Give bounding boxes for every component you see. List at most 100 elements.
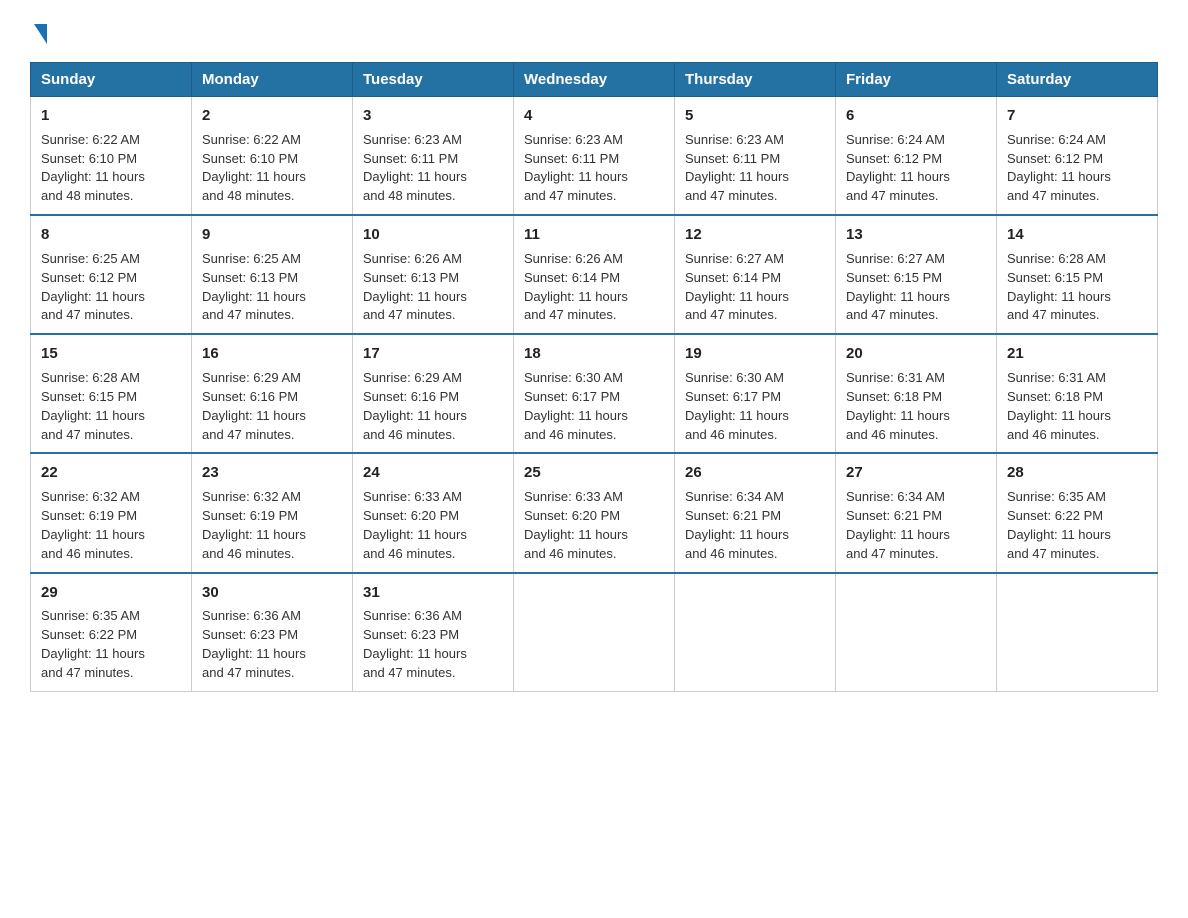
day-number: 31 <box>363 582 503 604</box>
day-info: Sunrise: 6:30 AMSunset: 6:17 PMDaylight:… <box>685 370 789 442</box>
calendar-day-cell: 7 Sunrise: 6:24 AMSunset: 6:12 PMDayligh… <box>997 97 1158 216</box>
page-header <box>30 20 1158 44</box>
day-number: 8 <box>41 224 181 246</box>
calendar-week-4: 22 Sunrise: 6:32 AMSunset: 6:19 PMDaylig… <box>31 453 1158 572</box>
day-info: Sunrise: 6:33 AMSunset: 6:20 PMDaylight:… <box>524 489 628 561</box>
calendar-day-cell: 17 Sunrise: 6:29 AMSunset: 6:16 PMDaylig… <box>353 334 514 453</box>
day-info: Sunrise: 6:27 AMSunset: 6:15 PMDaylight:… <box>846 251 950 323</box>
day-number: 24 <box>363 462 503 484</box>
day-info: Sunrise: 6:22 AMSunset: 6:10 PMDaylight:… <box>202 132 306 204</box>
calendar-week-5: 29 Sunrise: 6:35 AMSunset: 6:22 PMDaylig… <box>31 573 1158 692</box>
calendar-day-cell: 5 Sunrise: 6:23 AMSunset: 6:11 PMDayligh… <box>675 97 836 216</box>
day-number: 19 <box>685 343 825 365</box>
calendar-day-cell: 24 Sunrise: 6:33 AMSunset: 6:20 PMDaylig… <box>353 453 514 572</box>
day-info: Sunrise: 6:25 AMSunset: 6:12 PMDaylight:… <box>41 251 145 323</box>
logo <box>30 20 47 44</box>
day-info: Sunrise: 6:33 AMSunset: 6:20 PMDaylight:… <box>363 489 467 561</box>
day-number: 9 <box>202 224 342 246</box>
column-header-tuesday: Tuesday <box>353 63 514 97</box>
day-info: Sunrise: 6:32 AMSunset: 6:19 PMDaylight:… <box>41 489 145 561</box>
day-number: 30 <box>202 582 342 604</box>
day-number: 22 <box>41 462 181 484</box>
day-number: 2 <box>202 105 342 127</box>
day-number: 28 <box>1007 462 1147 484</box>
day-number: 20 <box>846 343 986 365</box>
calendar-day-cell: 4 Sunrise: 6:23 AMSunset: 6:11 PMDayligh… <box>514 97 675 216</box>
day-info: Sunrise: 6:34 AMSunset: 6:21 PMDaylight:… <box>685 489 789 561</box>
day-number: 7 <box>1007 105 1147 127</box>
day-number: 6 <box>846 105 986 127</box>
logo-triangle-icon <box>34 24 47 44</box>
day-number: 3 <box>363 105 503 127</box>
calendar-day-cell: 30 Sunrise: 6:36 AMSunset: 6:23 PMDaylig… <box>192 573 353 692</box>
calendar-day-cell: 26 Sunrise: 6:34 AMSunset: 6:21 PMDaylig… <box>675 453 836 572</box>
calendar-day-cell: 13 Sunrise: 6:27 AMSunset: 6:15 PMDaylig… <box>836 215 997 334</box>
calendar-week-3: 15 Sunrise: 6:28 AMSunset: 6:15 PMDaylig… <box>31 334 1158 453</box>
day-info: Sunrise: 6:28 AMSunset: 6:15 PMDaylight:… <box>1007 251 1111 323</box>
day-number: 18 <box>524 343 664 365</box>
day-number: 14 <box>1007 224 1147 246</box>
column-header-monday: Monday <box>192 63 353 97</box>
calendar-table: SundayMondayTuesdayWednesdayThursdayFrid… <box>30 62 1158 692</box>
column-header-saturday: Saturday <box>997 63 1158 97</box>
day-info: Sunrise: 6:27 AMSunset: 6:14 PMDaylight:… <box>685 251 789 323</box>
calendar-day-cell: 21 Sunrise: 6:31 AMSunset: 6:18 PMDaylig… <box>997 334 1158 453</box>
day-info: Sunrise: 6:26 AMSunset: 6:14 PMDaylight:… <box>524 251 628 323</box>
day-number: 4 <box>524 105 664 127</box>
day-info: Sunrise: 6:29 AMSunset: 6:16 PMDaylight:… <box>363 370 467 442</box>
calendar-body: 1 Sunrise: 6:22 AMSunset: 6:10 PMDayligh… <box>31 97 1158 692</box>
calendar-day-cell: 10 Sunrise: 6:26 AMSunset: 6:13 PMDaylig… <box>353 215 514 334</box>
calendar-day-cell: 9 Sunrise: 6:25 AMSunset: 6:13 PMDayligh… <box>192 215 353 334</box>
calendar-day-cell: 28 Sunrise: 6:35 AMSunset: 6:22 PMDaylig… <box>997 453 1158 572</box>
day-info: Sunrise: 6:35 AMSunset: 6:22 PMDaylight:… <box>1007 489 1111 561</box>
day-info: Sunrise: 6:28 AMSunset: 6:15 PMDaylight:… <box>41 370 145 442</box>
calendar-day-cell: 20 Sunrise: 6:31 AMSunset: 6:18 PMDaylig… <box>836 334 997 453</box>
calendar-day-cell: 18 Sunrise: 6:30 AMSunset: 6:17 PMDaylig… <box>514 334 675 453</box>
calendar-day-cell: 2 Sunrise: 6:22 AMSunset: 6:10 PMDayligh… <box>192 97 353 216</box>
day-number: 23 <box>202 462 342 484</box>
day-info: Sunrise: 6:34 AMSunset: 6:21 PMDaylight:… <box>846 489 950 561</box>
day-info: Sunrise: 6:25 AMSunset: 6:13 PMDaylight:… <box>202 251 306 323</box>
column-header-wednesday: Wednesday <box>514 63 675 97</box>
day-info: Sunrise: 6:26 AMSunset: 6:13 PMDaylight:… <box>363 251 467 323</box>
calendar-day-cell: 1 Sunrise: 6:22 AMSunset: 6:10 PMDayligh… <box>31 97 192 216</box>
day-number: 5 <box>685 105 825 127</box>
column-header-sunday: Sunday <box>31 63 192 97</box>
calendar-day-cell: 25 Sunrise: 6:33 AMSunset: 6:20 PMDaylig… <box>514 453 675 572</box>
day-info: Sunrise: 6:23 AMSunset: 6:11 PMDaylight:… <box>524 132 628 204</box>
day-number: 27 <box>846 462 986 484</box>
calendar-day-cell: 22 Sunrise: 6:32 AMSunset: 6:19 PMDaylig… <box>31 453 192 572</box>
day-info: Sunrise: 6:23 AMSunset: 6:11 PMDaylight:… <box>685 132 789 204</box>
calendar-day-cell: 11 Sunrise: 6:26 AMSunset: 6:14 PMDaylig… <box>514 215 675 334</box>
calendar-day-cell: 23 Sunrise: 6:32 AMSunset: 6:19 PMDaylig… <box>192 453 353 572</box>
calendar-day-cell <box>836 573 997 692</box>
calendar-day-cell: 6 Sunrise: 6:24 AMSunset: 6:12 PMDayligh… <box>836 97 997 216</box>
day-info: Sunrise: 6:22 AMSunset: 6:10 PMDaylight:… <box>41 132 145 204</box>
calendar-day-cell: 31 Sunrise: 6:36 AMSunset: 6:23 PMDaylig… <box>353 573 514 692</box>
calendar-day-cell: 29 Sunrise: 6:35 AMSunset: 6:22 PMDaylig… <box>31 573 192 692</box>
calendar-day-cell <box>514 573 675 692</box>
day-info: Sunrise: 6:23 AMSunset: 6:11 PMDaylight:… <box>363 132 467 204</box>
day-number: 11 <box>524 224 664 246</box>
calendar-day-cell: 3 Sunrise: 6:23 AMSunset: 6:11 PMDayligh… <box>353 97 514 216</box>
calendar-week-1: 1 Sunrise: 6:22 AMSunset: 6:10 PMDayligh… <box>31 97 1158 216</box>
calendar-header: SundayMondayTuesdayWednesdayThursdayFrid… <box>31 63 1158 97</box>
day-info: Sunrise: 6:29 AMSunset: 6:16 PMDaylight:… <box>202 370 306 442</box>
day-info: Sunrise: 6:24 AMSunset: 6:12 PMDaylight:… <box>1007 132 1111 204</box>
day-number: 16 <box>202 343 342 365</box>
day-number: 26 <box>685 462 825 484</box>
header-row: SundayMondayTuesdayWednesdayThursdayFrid… <box>31 63 1158 97</box>
calendar-day-cell: 12 Sunrise: 6:27 AMSunset: 6:14 PMDaylig… <box>675 215 836 334</box>
calendar-day-cell: 14 Sunrise: 6:28 AMSunset: 6:15 PMDaylig… <box>997 215 1158 334</box>
column-header-thursday: Thursday <box>675 63 836 97</box>
calendar-day-cell: 19 Sunrise: 6:30 AMSunset: 6:17 PMDaylig… <box>675 334 836 453</box>
day-info: Sunrise: 6:36 AMSunset: 6:23 PMDaylight:… <box>202 608 306 680</box>
calendar-day-cell <box>997 573 1158 692</box>
day-info: Sunrise: 6:31 AMSunset: 6:18 PMDaylight:… <box>1007 370 1111 442</box>
day-number: 29 <box>41 582 181 604</box>
day-info: Sunrise: 6:30 AMSunset: 6:17 PMDaylight:… <box>524 370 628 442</box>
calendar-week-2: 8 Sunrise: 6:25 AMSunset: 6:12 PMDayligh… <box>31 215 1158 334</box>
calendar-day-cell: 27 Sunrise: 6:34 AMSunset: 6:21 PMDaylig… <box>836 453 997 572</box>
day-number: 15 <box>41 343 181 365</box>
column-header-friday: Friday <box>836 63 997 97</box>
